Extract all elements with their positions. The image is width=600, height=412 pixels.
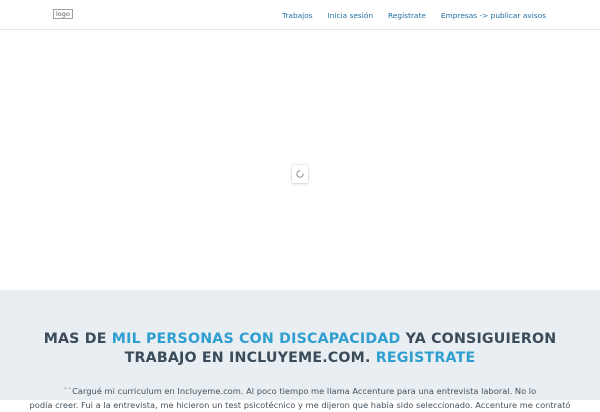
hero-headline: MAS DE MIL PERSONAS CON DISCAPACIDAD YA … [0, 330, 600, 368]
loading-indicator [292, 165, 308, 183]
headline-text: TRABAJO EN INCLUYEME.COM. [124, 350, 376, 366]
headline-text: MAS DE [43, 331, 112, 347]
spinner-icon [292, 165, 308, 183]
nav-link-empresas[interactable]: Empresas -> publicar avisos [441, 11, 546, 20]
logo[interactable]: logo [53, 9, 73, 19]
main-nav: Trabajos Inicia sesión Registrate Empres… [267, 0, 546, 30]
testimonial-text: podía creer. Fui a la entrevista, me hic… [29, 400, 571, 410]
headline-highlight: MIL PERSONAS CON DISCAPACIDAD [111, 331, 401, 347]
hero-section: MAS DE MIL PERSONAS CON DISCAPACIDAD YA … [0, 290, 600, 410]
headline-text: YA CONSIGUIERON [400, 331, 557, 347]
testimonial-text: ``Cargué mi curriculum en Incluyeme.com.… [63, 386, 537, 396]
nav-link-registrate[interactable]: Registrate [388, 11, 426, 20]
nav-link-inicia-sesion[interactable]: Inicia sesión [328, 11, 373, 20]
top-navbar: logo Trabajos Inicia sesión Registrate E… [0, 0, 600, 30]
register-link[interactable]: REGISTRATE [376, 350, 476, 366]
nav-link-trabajos[interactable]: Trabajos [282, 11, 313, 20]
